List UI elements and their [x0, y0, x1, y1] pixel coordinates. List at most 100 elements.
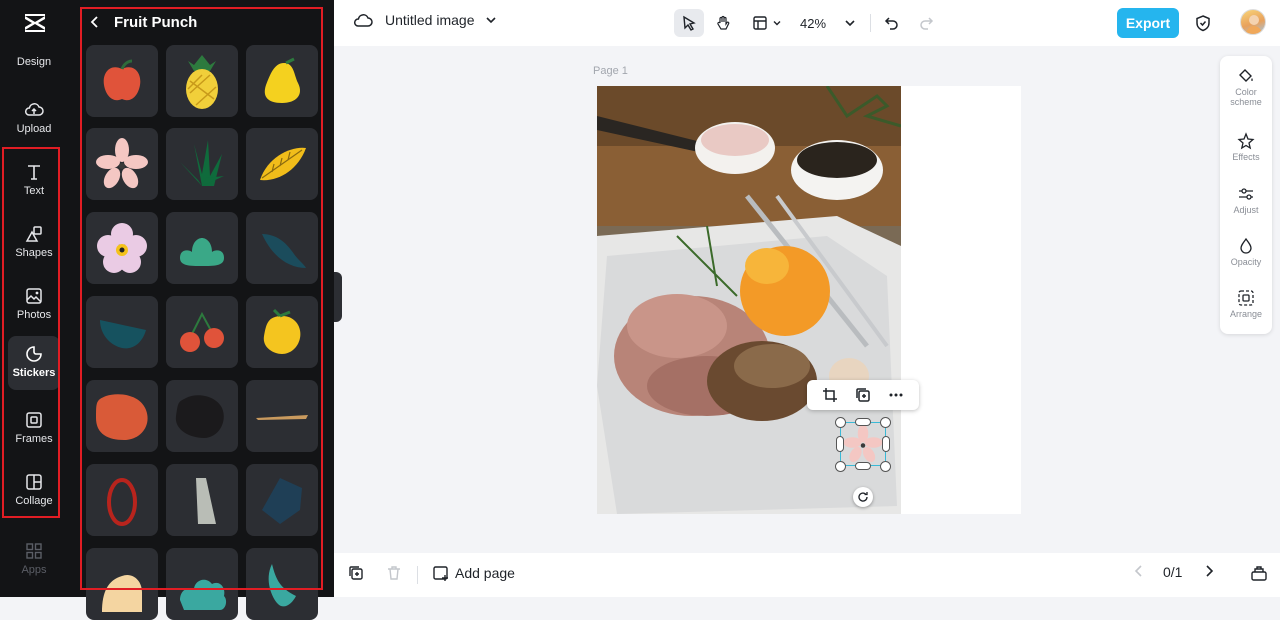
capcut-logo[interactable]: [22, 10, 48, 36]
cloud-sync-icon: [353, 14, 373, 27]
resize-handle-bottom-right[interactable]: [880, 461, 891, 472]
droplet-icon: [1240, 237, 1252, 254]
layout-menu-button[interactable]: [748, 9, 786, 37]
sticker-green-leaves[interactable]: [166, 128, 238, 200]
rail-item-collage[interactable]: Collage: [8, 464, 60, 518]
hand-tool-button[interactable]: [708, 9, 738, 37]
rail-item-design[interactable]: Design: [8, 45, 60, 99]
adjust-button[interactable]: Adjust: [1220, 185, 1272, 237]
prev-page-button[interactable]: [1132, 564, 1146, 578]
sticker-lilac-flower[interactable]: [86, 212, 158, 284]
avatar[interactable]: [1240, 9, 1266, 35]
crop-button[interactable]: [819, 384, 841, 406]
arrange-button[interactable]: Arrange: [1220, 289, 1272, 341]
back-chevron-icon[interactable]: [88, 15, 102, 29]
rotate-handle[interactable]: [853, 487, 873, 507]
sticker-pink-flower[interactable]: [86, 128, 158, 200]
rail-label-apps: Apps: [21, 564, 47, 576]
sticker-grey-stone[interactable]: [166, 464, 238, 536]
resize-handle-bottom[interactable]: [855, 462, 871, 470]
zoom-control[interactable]: 42%: [795, 9, 861, 37]
sticker-teal-bowl[interactable]: [86, 296, 158, 368]
sticker-tan-stroke[interactable]: [246, 380, 318, 452]
undo-icon: [884, 17, 898, 30]
shapes-icon: [25, 226, 42, 242]
resize-handle-top[interactable]: [855, 418, 871, 426]
hand-icon: [717, 15, 730, 30]
trash-icon: [388, 566, 400, 580]
document-title-area[interactable]: Untitled image: [353, 12, 497, 28]
rail-item-shapes[interactable]: Shapes: [8, 216, 60, 270]
sticker-dark-blob[interactable]: [166, 380, 238, 452]
rail-label-design: Design: [16, 56, 52, 68]
resize-handle-left[interactable]: [836, 436, 844, 452]
rail-item-frames[interactable]: Frames: [8, 402, 60, 456]
add-page-button[interactable]: Add page: [432, 564, 515, 582]
sticker-red-ring[interactable]: [86, 464, 158, 536]
sticker-pineapple[interactable]: [166, 45, 238, 117]
color-scheme-label: Color scheme: [1230, 87, 1262, 107]
frame-icon: [26, 412, 42, 428]
sticker-teal-leaf[interactable]: [246, 212, 318, 284]
redo-icon: [920, 17, 934, 30]
color-scheme-button[interactable]: Color scheme: [1220, 67, 1272, 119]
next-page-button[interactable]: [1202, 564, 1216, 578]
photo-icon: [26, 288, 42, 304]
export-button[interactable]: Export: [1117, 8, 1179, 38]
rail-item-stickers[interactable]: Stickers: [8, 336, 60, 390]
rail-item-text[interactable]: Text: [8, 154, 60, 208]
undo-button[interactable]: [880, 9, 904, 37]
rail-item-upload[interactable]: Upload: [8, 92, 60, 146]
resize-handle-top-right[interactable]: [880, 417, 891, 428]
sticker-teal-cloud[interactable]: [166, 548, 238, 620]
chevron-down-icon: [773, 21, 781, 26]
sticker-red-apple[interactable]: [86, 45, 158, 117]
sticker-red-cherries[interactable]: [166, 296, 238, 368]
arrange-label: Arrange: [1229, 309, 1263, 319]
resize-handle-right[interactable]: [882, 436, 890, 452]
sticker-green-bush[interactable]: [166, 212, 238, 284]
arrange-icon: [1238, 290, 1254, 306]
redo-button[interactable]: [914, 9, 938, 37]
chevron-right-icon: [1206, 565, 1214, 577]
duplicate-button[interactable]: [852, 384, 874, 406]
duplicate-page-button[interactable]: [347, 564, 365, 582]
right-property-panel: Color scheme Effects Adjust Opacity Arra…: [1220, 56, 1272, 334]
sticker-teal-leaf-curl[interactable]: [246, 548, 318, 620]
sticker-dark-blue-shape[interactable]: [246, 464, 318, 536]
text-icon: [28, 165, 40, 180]
pages-overview-icon: [1251, 566, 1267, 581]
upload-cloud-icon: [24, 103, 44, 116]
sticker-icon: [26, 346, 42, 362]
resize-handle-top-left[interactable]: [835, 417, 846, 428]
rail-label-collage: Collage: [15, 495, 53, 507]
delete-page-button[interactable]: [385, 564, 403, 582]
document-title[interactable]: Untitled image: [385, 12, 475, 28]
effects-button[interactable]: Effects: [1220, 132, 1272, 184]
selected-sticker[interactable]: [840, 422, 886, 466]
opacity-label: Opacity: [1230, 257, 1262, 267]
panel-collapse-handle[interactable]: [334, 272, 342, 322]
pages-overview-button[interactable]: [1250, 564, 1268, 582]
sticker-yellow-leaf[interactable]: [246, 128, 318, 200]
rail-label-frames: Frames: [15, 433, 53, 445]
rail-label-text: Text: [23, 185, 45, 197]
chevron-down-icon: [845, 20, 855, 27]
effects-label: Effects: [1232, 152, 1260, 162]
rail-item-apps[interactable]: Apps: [8, 533, 60, 587]
chevron-down-icon[interactable]: [485, 14, 497, 26]
sticker-peach-shape[interactable]: [86, 548, 158, 620]
page-counter: 0/1: [1163, 564, 1182, 580]
sticker-yellow-lemon[interactable]: [246, 296, 318, 368]
select-tool-button[interactable]: [674, 9, 704, 37]
rail-item-photos[interactable]: Photos: [8, 278, 60, 332]
resize-handle-bottom-left[interactable]: [835, 461, 846, 472]
shield-button[interactable]: [1190, 9, 1216, 37]
left-rail: Design Upload Text Shapes Photos Sticker…: [0, 0, 70, 597]
sticker-red-blob[interactable]: [86, 380, 158, 452]
panel-header: Fruit Punch: [88, 10, 197, 34]
cursor-arrow-icon: [683, 15, 696, 31]
opacity-button[interactable]: Opacity: [1220, 237, 1272, 289]
more-options-button[interactable]: [885, 384, 907, 406]
sticker-yellow-pear[interactable]: [246, 45, 318, 117]
